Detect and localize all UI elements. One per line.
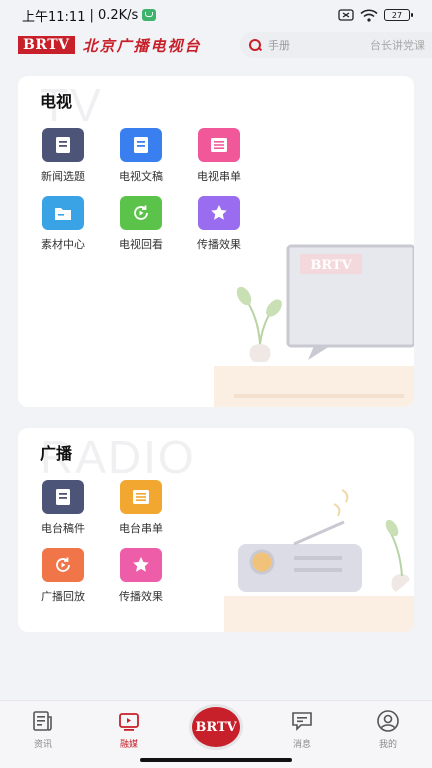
grid-item-radio-replay[interactable]: 广播回放	[30, 548, 96, 604]
tab-messages[interactable]: 消息	[272, 709, 332, 750]
grid-label: 传播效果	[119, 590, 163, 603]
battery-icon: 27	[384, 9, 413, 21]
tv-section-title: 电视	[40, 92, 73, 111]
tab-profile[interactable]: 我的	[358, 709, 418, 750]
search-bar[interactable]: 手册 台长讲党课	[240, 32, 432, 58]
grid-label: 电视串单	[197, 170, 241, 183]
station-name: 北京广播电视台	[82, 36, 202, 55]
list-icon	[133, 490, 149, 504]
replay-icon	[56, 557, 70, 572]
wifi-icon	[360, 9, 378, 22]
radio-replay-tile	[42, 548, 84, 582]
news-topic-tile	[42, 128, 84, 162]
grid-label: 素材中心	[41, 238, 85, 251]
grid-item-news-topic[interactable]: 新闻选题	[30, 128, 96, 184]
grid-item-tv-effect[interactable]: 传播效果	[186, 196, 252, 252]
grid-item-material-center[interactable]: 素材中心	[30, 196, 96, 252]
grid-item-radio-effect[interactable]: 传播效果	[108, 548, 174, 604]
radio-script-tile	[42, 480, 84, 514]
message-icon	[292, 712, 312, 731]
grid-label: 电台串单	[119, 522, 163, 535]
folder-icon	[55, 208, 71, 220]
radio-effect-tile	[120, 548, 162, 582]
search-icon	[248, 38, 262, 52]
star-icon	[133, 557, 149, 572]
center-brtv-button[interactable]: BRTV	[192, 707, 240, 747]
grid-label: 电视文稿	[119, 170, 163, 183]
search-placeholder: 手册	[268, 39, 290, 52]
tv-rundown-tile	[198, 128, 240, 162]
document-icon	[56, 137, 70, 153]
app-header: BRTV 北京广播电视台 手册 台长讲党课	[0, 32, 432, 58]
grid-item-tv-replay[interactable]: 电视回看	[108, 196, 174, 252]
tab-label: 我的	[378, 740, 397, 750]
grid-item-tv-rundown[interactable]: 电视串单	[186, 128, 252, 184]
tab-label: 消息	[292, 740, 311, 750]
wechat-notification-icon	[142, 9, 157, 21]
grid-label: 电视回看	[119, 238, 163, 251]
grid-item-radio-script[interactable]: 电台稿件	[30, 480, 96, 536]
tv-effect-tile	[198, 196, 240, 230]
tv-screen-logo: BRTV	[310, 258, 352, 273]
sim-icon	[338, 9, 354, 21]
home-indicator	[140, 758, 292, 762]
tab-news[interactable]: 资讯	[13, 709, 73, 750]
grid-item-radio-rundown[interactable]: 电台串单	[108, 480, 174, 536]
replay-icon	[134, 205, 148, 220]
document-icon	[56, 489, 70, 505]
radio-section-card: RADIO 广播 电台稿件 电台串单 广播回放 传播效果	[18, 428, 414, 632]
tv-replay-tile	[120, 196, 162, 230]
list-icon	[211, 138, 227, 152]
radio-illustration	[224, 489, 414, 632]
search-hint: 台长讲党课	[370, 39, 425, 52]
status-bar: 上午11:11 | 0.2K/s 27	[0, 0, 432, 30]
tab-label: 资讯	[33, 740, 52, 750]
tv-script-tile	[120, 128, 162, 162]
material-center-tile	[42, 196, 84, 230]
tv-section-card: TV 电视 BRTV 新闻选题 电视文稿 电视串单 素材中心 电视回看 传播效果	[18, 76, 414, 407]
battery-level: 27	[391, 10, 403, 20]
tab-label: 融媒	[119, 740, 138, 750]
profile-icon	[377, 710, 399, 732]
news-icon	[33, 711, 52, 731]
document-icon	[134, 137, 148, 153]
radio-section-title: 广播	[40, 444, 73, 463]
grid-label: 传播效果	[197, 238, 241, 251]
network-speed: | 0.2K/s	[89, 7, 139, 23]
grid-label: 广播回放	[41, 590, 85, 603]
status-time: 上午11:11	[22, 9, 86, 25]
brtv-logo: BRTV	[18, 36, 75, 54]
tab-media[interactable]: 融媒	[99, 709, 159, 750]
media-icon	[119, 713, 139, 731]
tv-illustration: BRTV	[214, 244, 414, 407]
star-icon	[211, 205, 227, 220]
grid-label: 新闻选题	[41, 170, 85, 183]
grid-label: 电台稿件	[41, 522, 85, 535]
grid-item-tv-script[interactable]: 电视文稿	[108, 128, 174, 184]
radio-rundown-tile	[120, 480, 162, 514]
